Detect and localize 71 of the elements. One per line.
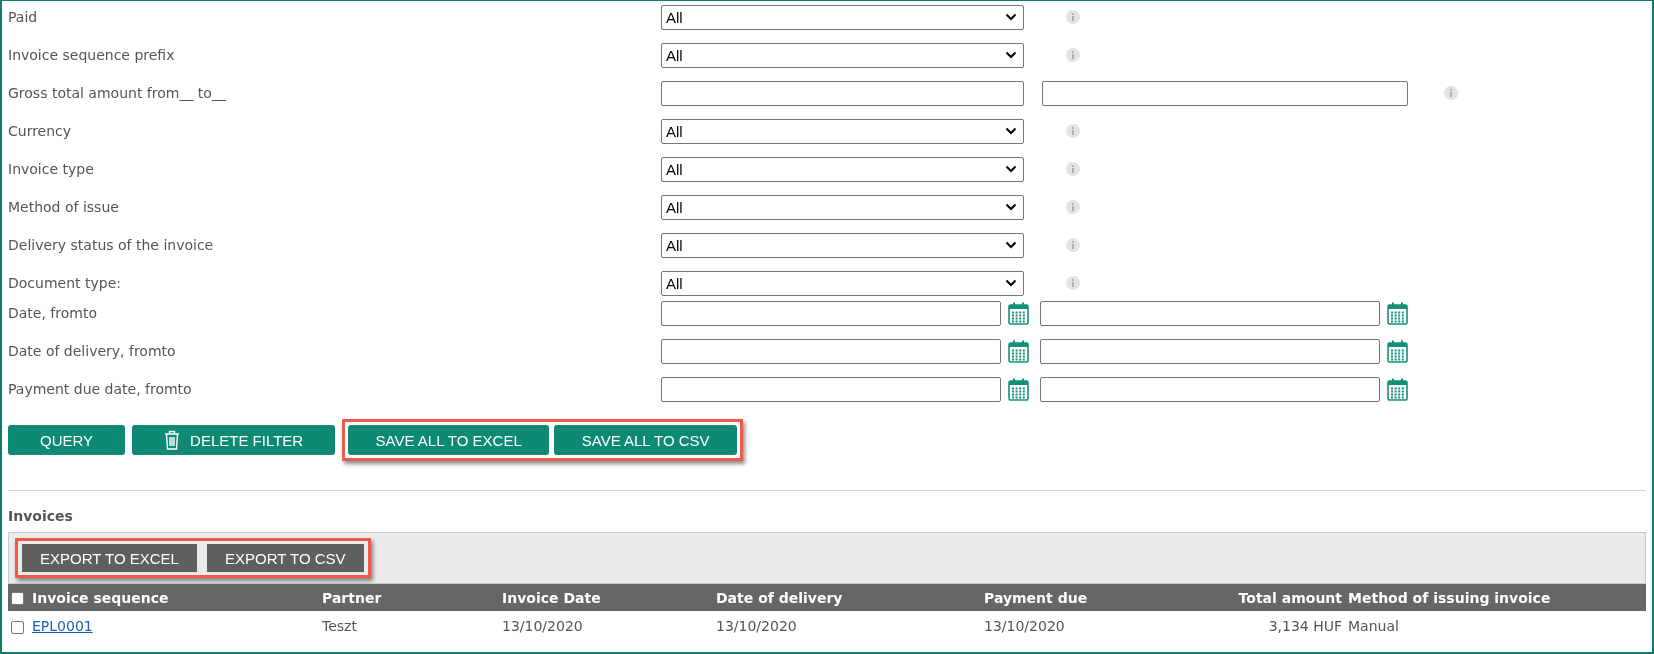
filter-label: Currency bbox=[8, 123, 73, 139]
info-icon[interactable] bbox=[1066, 276, 1080, 290]
action-button[interactable]: SAVE ALL TO EXCEL bbox=[348, 425, 550, 455]
column-header[interactable]: Partner bbox=[322, 589, 382, 606]
table-cell: 13/10/2020 bbox=[502, 618, 583, 634]
chevron-down-icon bbox=[1005, 203, 1017, 211]
chevron-down-icon bbox=[1005, 165, 1017, 173]
select-field[interactable]: All bbox=[661, 118, 1024, 144]
chevron-down-icon bbox=[1005, 127, 1017, 135]
select-field[interactable]: All bbox=[661, 4, 1024, 30]
input-field[interactable] bbox=[1042, 80, 1408, 106]
chevron-down-icon bbox=[1005, 241, 1017, 249]
calendar-icon[interactable] bbox=[1008, 377, 1029, 401]
column-header[interactable]: Date of delivery bbox=[716, 589, 843, 606]
select-field[interactable]: All bbox=[661, 232, 1024, 258]
filter-label: Delivery status of the invoice bbox=[8, 237, 215, 253]
export-button[interactable]: EXPORT TO CSV bbox=[206, 544, 364, 572]
calendar-icon[interactable] bbox=[1008, 301, 1029, 325]
info-icon[interactable] bbox=[1444, 86, 1458, 100]
action-button[interactable]: SAVE ALL TO CSV bbox=[554, 425, 738, 455]
chevron-down-icon bbox=[1005, 51, 1017, 59]
input-field[interactable] bbox=[661, 80, 1024, 106]
invoice-link[interactable]: EPL0001 bbox=[32, 618, 93, 634]
trash-icon bbox=[164, 430, 181, 450]
column-header[interactable]: Invoice Date bbox=[502, 589, 601, 606]
date-field[interactable] bbox=[661, 300, 1001, 326]
info-icon[interactable] bbox=[1066, 162, 1080, 176]
export-button[interactable]: EXPORT TO EXCEL bbox=[22, 544, 197, 572]
table-cell: Teszt bbox=[322, 618, 357, 634]
action-button[interactable]: DELETE FILTER bbox=[132, 425, 336, 455]
info-icon[interactable] bbox=[1066, 124, 1080, 138]
chevron-down-icon bbox=[1005, 279, 1017, 287]
filter-label: Invoice sequence prefix bbox=[8, 47, 176, 63]
info-icon[interactable] bbox=[1066, 10, 1080, 24]
checkbox[interactable] bbox=[11, 592, 24, 605]
filter-label: Paid bbox=[8, 9, 39, 25]
date-field[interactable] bbox=[1040, 300, 1380, 326]
date-field[interactable] bbox=[1040, 338, 1380, 364]
select-field[interactable]: All bbox=[661, 156, 1024, 182]
info-icon[interactable] bbox=[1066, 48, 1080, 62]
filter-label: Date, fromto bbox=[8, 305, 98, 321]
filter-label: Document type: bbox=[8, 275, 122, 291]
table-cell: 3,134 HUF bbox=[1268, 618, 1342, 634]
date-field[interactable] bbox=[1040, 376, 1380, 402]
filter-label: Gross total amount from__ to__ bbox=[8, 85, 227, 101]
column-header[interactable]: Total amount bbox=[1238, 589, 1342, 606]
filter-label: Date of delivery, fromto bbox=[8, 343, 177, 359]
table-cell: 13/10/2020 bbox=[984, 618, 1065, 634]
section-title: Invoices bbox=[8, 508, 74, 526]
chevron-down-icon bbox=[1005, 13, 1017, 21]
calendar-icon[interactable] bbox=[1387, 377, 1408, 401]
info-icon[interactable] bbox=[1066, 238, 1080, 252]
select-field[interactable]: All bbox=[661, 194, 1024, 220]
column-header[interactable]: Invoice sequence bbox=[32, 589, 169, 606]
calendar-icon[interactable] bbox=[1387, 301, 1408, 325]
date-field[interactable] bbox=[661, 338, 1001, 364]
filter-label: Payment due date, fromto bbox=[8, 381, 193, 397]
table-cell: Manual bbox=[1348, 618, 1399, 634]
action-button[interactable]: QUERY bbox=[8, 425, 126, 455]
checkbox[interactable] bbox=[11, 620, 24, 634]
select-field[interactable]: All bbox=[661, 270, 1024, 296]
calendar-icon[interactable] bbox=[1387, 339, 1408, 363]
filter-label: Invoice type bbox=[8, 161, 95, 177]
info-icon[interactable] bbox=[1066, 200, 1080, 214]
select-field[interactable]: All bbox=[661, 42, 1024, 68]
calendar-icon[interactable] bbox=[1008, 339, 1029, 363]
table-cell: 13/10/2020 bbox=[716, 618, 797, 634]
column-header[interactable]: Payment due bbox=[984, 589, 1088, 606]
date-field[interactable] bbox=[661, 376, 1001, 402]
column-header[interactable]: Method of issuing invoice bbox=[1348, 589, 1551, 606]
filter-label: Method of issue bbox=[8, 199, 120, 215]
